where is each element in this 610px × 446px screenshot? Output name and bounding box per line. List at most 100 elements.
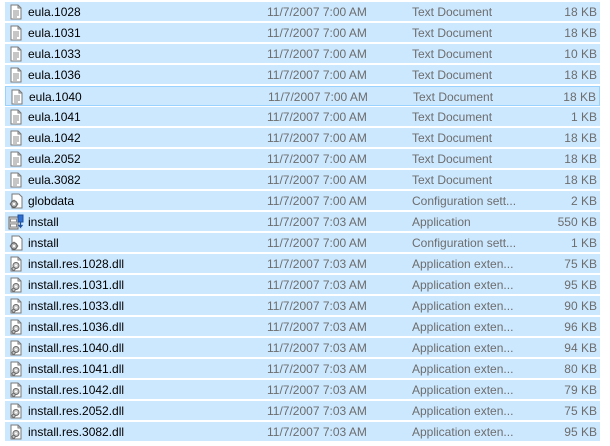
file-type: Text Document	[412, 110, 493, 124]
file-size: 95 KB	[564, 425, 597, 439]
file-date-modified: 11/7/2007 7:00 AM	[267, 26, 367, 40]
file-name: eula.1041	[28, 110, 81, 124]
file-row[interactable]: eula.1036 11/7/2007 7:00 AM Text Documen…	[5, 65, 600, 85]
file-row[interactable]: install.res.1031.dll 11/7/2007 7:03 AM A…	[5, 275, 600, 295]
file-type: Application exten...	[412, 257, 514, 271]
file-row[interactable]: eula.3082 11/7/2007 7:00 AM Text Documen…	[5, 170, 600, 190]
file-row[interactable]: install.res.2052.dll 11/7/2007 7:03 AM A…	[5, 401, 600, 421]
file-row[interactable]: eula.1042 11/7/2007 7:00 AM Text Documen…	[5, 128, 600, 148]
dll-file-icon	[8, 340, 24, 356]
file-name: install.res.1031.dll	[28, 278, 125, 292]
file-name: eula.1033	[28, 47, 81, 61]
file-date-modified: 11/7/2007 7:00 AM	[267, 236, 367, 250]
file-date-modified: 11/7/2007 7:03 AM	[267, 320, 367, 334]
file-type: Application exten...	[412, 320, 514, 334]
dll-file-icon	[8, 319, 24, 335]
file-type: Configuration sett...	[412, 194, 517, 208]
file-date-modified: 11/7/2007 7:03 AM	[267, 299, 367, 313]
dll-file-icon	[8, 298, 24, 314]
file-type: Application exten...	[412, 404, 514, 418]
file-date-modified: 11/7/2007 7:03 AM	[267, 404, 367, 418]
file-date-modified: 11/7/2007 7:00 AM	[267, 194, 367, 208]
file-row[interactable]: eula.2052 11/7/2007 7:00 AM Text Documen…	[5, 149, 600, 169]
file-size: 2 KB	[570, 194, 597, 208]
file-size: 550 KB	[557, 215, 597, 229]
file-type: Text Document	[412, 152, 493, 166]
file-row[interactable]: install.res.3082.dll 11/7/2007 7:03 AM A…	[5, 422, 600, 442]
file-date-modified: 11/7/2007 7:03 AM	[267, 341, 367, 355]
file-type: Text Document	[412, 68, 493, 82]
file-date-modified: 11/7/2007 7:03 AM	[267, 257, 367, 271]
file-name: install.res.1041.dll	[28, 362, 125, 376]
file-name: install.res.1033.dll	[28, 299, 125, 313]
file-type: Text Document	[412, 131, 493, 145]
file-type: Application exten...	[412, 278, 514, 292]
file-size: 18 KB	[564, 173, 597, 187]
file-name: eula.2052	[28, 152, 81, 166]
file-name: install.res.1036.dll	[28, 320, 125, 334]
file-row[interactable]: install.res.1033.dll 11/7/2007 7:03 AM A…	[5, 296, 600, 316]
file-row[interactable]: install.res.1042.dll 11/7/2007 7:03 AM A…	[5, 380, 600, 400]
file-row[interactable]: install.res.1028.dll 11/7/2007 7:03 AM A…	[5, 254, 600, 274]
file-type: Application	[412, 215, 471, 229]
file-row[interactable]: eula.1033 11/7/2007 7:00 AM Text Documen…	[5, 44, 600, 64]
file-size: 10 KB	[564, 47, 597, 61]
config-settings-icon	[8, 235, 24, 251]
dll-file-icon	[8, 277, 24, 293]
file-row[interactable]: install.res.1041.dll 11/7/2007 7:03 AM A…	[5, 359, 600, 379]
file-name: globdata	[28, 194, 75, 208]
file-date-modified: 11/7/2007 7:03 AM	[267, 215, 367, 229]
file-date-modified: 11/7/2007 7:00 AM	[267, 131, 367, 145]
text-document-icon	[8, 4, 24, 20]
file-row[interactable]: eula.1040 11/7/2007 7:00 AM Text Documen…	[5, 86, 600, 106]
file-date-modified: 11/7/2007 7:03 AM	[267, 278, 367, 292]
file-row[interactable]: globdata 11/7/2007 7:00 AM Configuration…	[5, 191, 600, 211]
file-name: install.res.1042.dll	[28, 383, 125, 397]
text-document-icon	[8, 109, 24, 125]
dll-file-icon	[8, 361, 24, 377]
file-date-modified: 11/7/2007 7:03 AM	[267, 362, 367, 376]
file-name: install.res.3082.dll	[28, 425, 125, 439]
file-type: Text Document	[412, 47, 493, 61]
text-document-icon	[9, 89, 25, 105]
file-type: Application exten...	[412, 341, 514, 355]
text-document-icon	[8, 46, 24, 62]
file-name: eula.1028	[28, 5, 81, 19]
file-type: Text Document	[413, 90, 494, 104]
config-settings-icon	[8, 193, 24, 209]
file-size: 1 KB	[570, 236, 597, 250]
file-size: 90 KB	[564, 299, 597, 313]
file-row[interactable]: install 11/7/2007 7:00 AM Configuration …	[5, 233, 600, 253]
file-name: install	[28, 236, 59, 250]
file-size: 75 KB	[564, 257, 597, 271]
file-row[interactable]: install.res.1036.dll 11/7/2007 7:03 AM A…	[5, 317, 600, 337]
file-size: 79 KB	[564, 383, 597, 397]
file-name: install.res.1028.dll	[28, 257, 125, 271]
file-row[interactable]: eula.1028 11/7/2007 7:00 AM Text Documen…	[5, 2, 600, 22]
file-name: install.res.1040.dll	[28, 341, 125, 355]
file-name: eula.1036	[28, 68, 81, 82]
text-document-icon	[8, 172, 24, 188]
file-type: Configuration sett...	[412, 236, 517, 250]
file-size: 95 KB	[564, 278, 597, 292]
file-row[interactable]: install 11/7/2007 7:03 AM Application 55…	[5, 212, 600, 232]
dll-file-icon	[8, 256, 24, 272]
file-type: Text Document	[412, 5, 493, 19]
text-document-icon	[8, 25, 24, 41]
file-name: eula.1042	[28, 131, 81, 145]
file-size: 80 KB	[564, 362, 597, 376]
dll-file-icon	[8, 403, 24, 419]
file-name: install	[28, 215, 59, 229]
file-size: 18 KB	[563, 90, 596, 104]
file-date-modified: 11/7/2007 7:00 AM	[267, 68, 367, 82]
file-row[interactable]: eula.1031 11/7/2007 7:00 AM Text Documen…	[5, 23, 600, 43]
file-name: install.res.2052.dll	[28, 404, 125, 418]
file-type: Application exten...	[412, 425, 514, 439]
file-type: Application exten...	[412, 383, 514, 397]
file-row[interactable]: install.res.1040.dll 11/7/2007 7:03 AM A…	[5, 338, 600, 358]
file-size: 18 KB	[564, 152, 597, 166]
dll-file-icon	[8, 424, 24, 440]
file-size: 18 KB	[564, 5, 597, 19]
installer-app-icon	[8, 214, 24, 230]
file-row[interactable]: eula.1041 11/7/2007 7:00 AM Text Documen…	[5, 107, 600, 127]
